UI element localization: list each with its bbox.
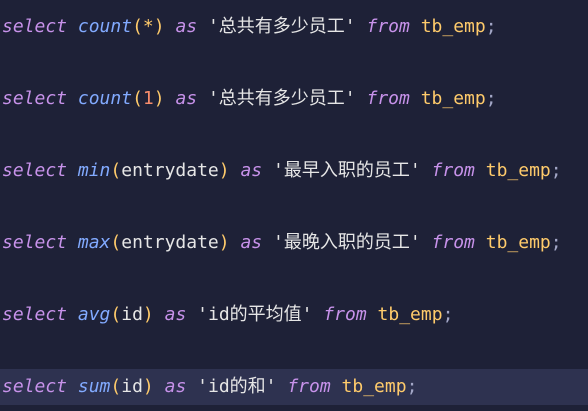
alias-string: '总共有多少员工': [207, 88, 356, 109]
open-paren: (: [132, 88, 143, 109]
keyword-as: as: [240, 160, 263, 181]
function-name: avg: [77, 304, 111, 325]
keyword-as: as: [164, 304, 187, 325]
code-line-5[interactable]: select avg(id) as 'id的平均值' from tb_emp;: [0, 297, 588, 333]
close-paren: ): [218, 232, 230, 253]
code-line-6-current[interactable]: select sum(id) as 'id的和' from tb_emp;: [0, 369, 588, 405]
function-argument: id: [121, 304, 143, 325]
close-paren: ): [142, 376, 154, 397]
table-name: tb_emp: [341, 376, 407, 397]
keyword-from: from: [323, 304, 367, 325]
keyword-select: select: [2, 160, 68, 181]
keyword-select: select: [2, 88, 68, 109]
semicolon: ;: [550, 232, 562, 253]
semicolon: ;: [406, 376, 418, 397]
function-name: count: [77, 16, 133, 37]
semicolon: ;: [485, 16, 497, 37]
function-argument: 1: [142, 88, 154, 109]
function-argument: id: [121, 376, 143, 397]
keyword-select: select: [2, 376, 68, 397]
open-paren: (: [132, 16, 143, 37]
keyword-select: select: [2, 232, 68, 253]
function-name: min: [77, 160, 111, 181]
keyword-from: from: [366, 88, 410, 109]
alias-string: 'id的和': [197, 376, 277, 397]
close-paren: ): [153, 88, 165, 109]
keyword-from: from: [431, 232, 475, 253]
keyword-as: as: [175, 88, 198, 109]
keyword-select: select: [2, 304, 68, 325]
open-paren: (: [110, 304, 122, 325]
keyword-as: as: [164, 376, 187, 397]
function-argument: entrydate: [121, 160, 219, 181]
keyword-from: from: [431, 160, 475, 181]
close-paren: ): [153, 16, 165, 37]
function-name: max: [77, 232, 111, 253]
function-name: sum: [77, 376, 111, 397]
open-paren: (: [110, 160, 122, 181]
alias-string: 'id的平均值': [197, 304, 313, 325]
function-argument: *: [142, 16, 154, 37]
code-line-1[interactable]: select count(*) as '总共有多少员工' from tb_emp…: [0, 9, 588, 45]
semicolon: ;: [550, 160, 562, 181]
function-name: count: [77, 88, 133, 109]
code-editor[interactable]: select count(*) as '总共有多少员工' from tb_emp…: [0, 0, 588, 411]
table-name: tb_emp: [485, 160, 551, 181]
code-line-4[interactable]: select max(entrydate) as '最晚入职的员工' from …: [0, 225, 588, 261]
close-paren: ): [142, 304, 154, 325]
table-name: tb_emp: [420, 88, 486, 109]
semicolon: ;: [485, 88, 497, 109]
keyword-from: from: [287, 376, 331, 397]
keyword-as: as: [175, 16, 198, 37]
open-paren: (: [110, 376, 122, 397]
keyword-from: from: [366, 16, 410, 37]
table-name: tb_emp: [485, 232, 551, 253]
keyword-as: as: [240, 232, 263, 253]
function-argument: entrydate: [121, 232, 219, 253]
alias-string: '总共有多少员工': [207, 16, 356, 37]
keyword-select: select: [2, 16, 68, 37]
alias-string: '最早入职的员工': [273, 160, 421, 181]
alias-string: '最晚入职的员工': [273, 232, 421, 253]
semicolon: ;: [442, 304, 454, 325]
code-line-3[interactable]: select min(entrydate) as '最早入职的员工' from …: [0, 153, 588, 189]
close-paren: ): [218, 160, 230, 181]
open-paren: (: [110, 232, 122, 253]
table-name: tb_emp: [420, 16, 486, 37]
table-name: tb_emp: [377, 304, 443, 325]
code-line-2[interactable]: select count(1) as '总共有多少员工' from tb_emp…: [0, 81, 588, 117]
